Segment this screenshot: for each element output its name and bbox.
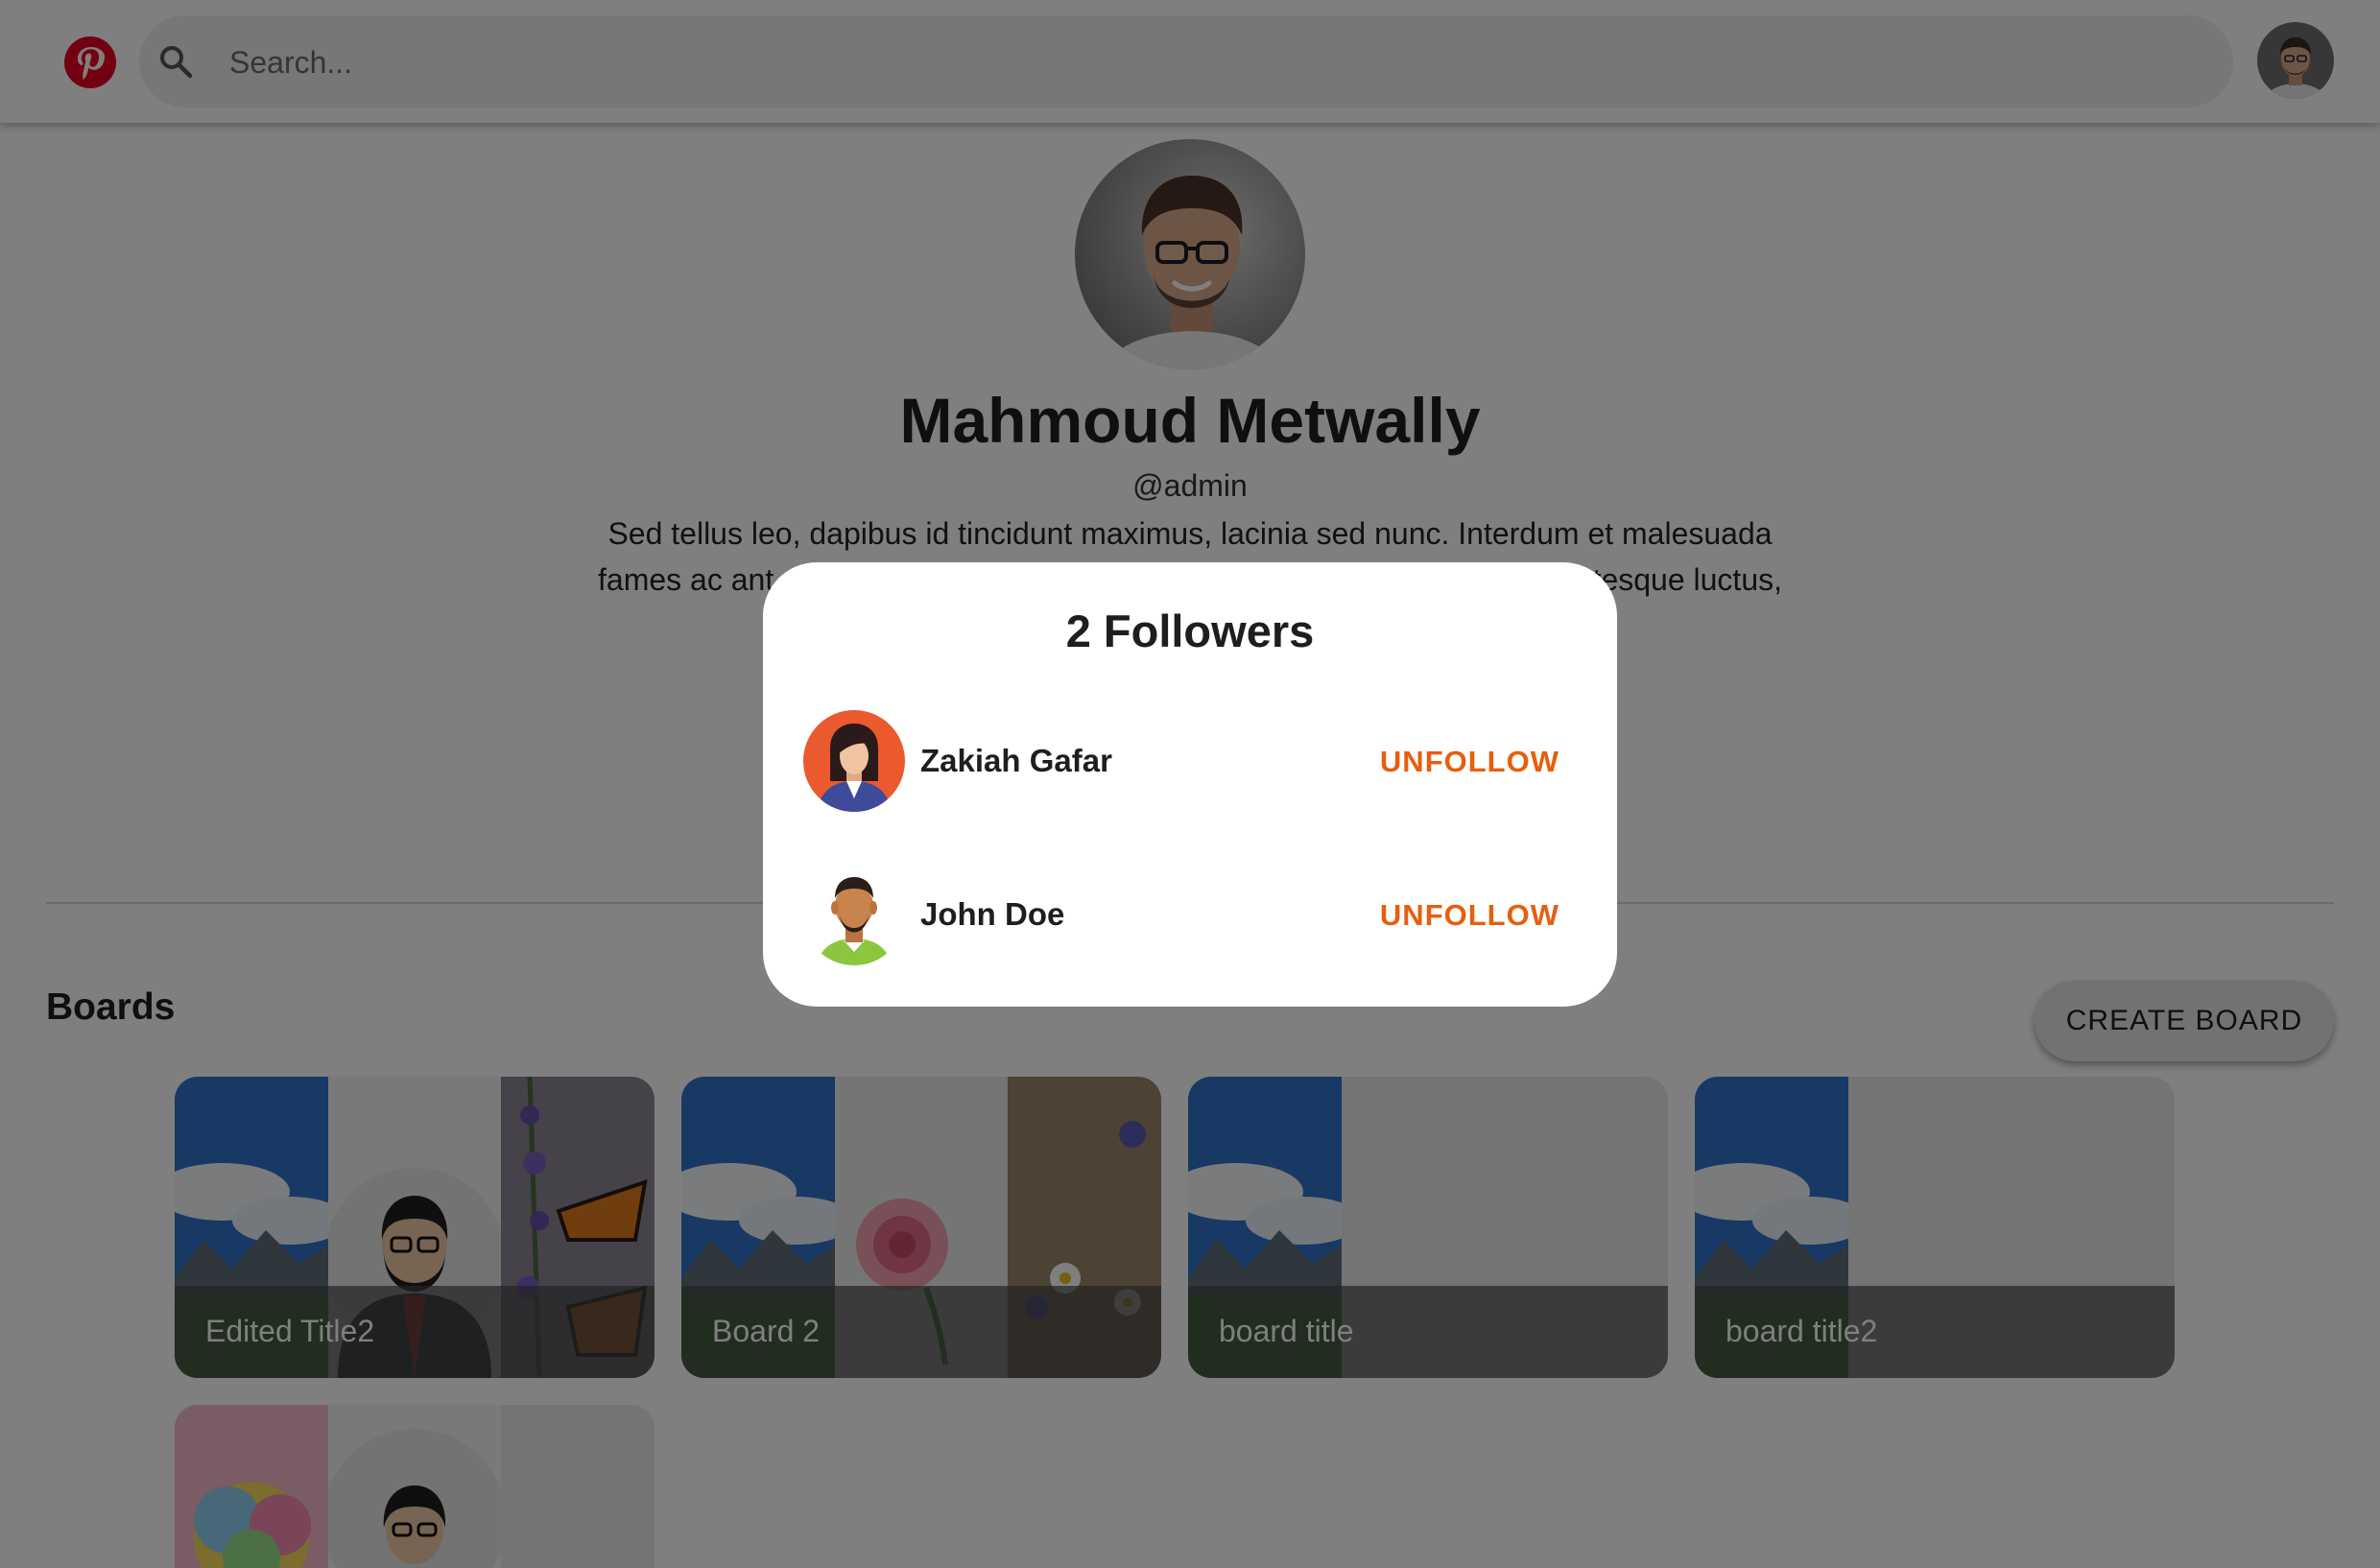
follower-row: John Doe UNFOLLOW [803,864,1581,969]
followers-dialog: 2 Followers Zakiah Gafar UNFOLLOW John D… [763,562,1617,1007]
dialog-title: 2 Followers [1065,606,1315,656]
follower-row: Zakiah Gafar UNFOLLOW [803,710,1581,816]
unfollow-button[interactable]: UNFOLLOW [1359,729,1581,795]
follower-avatar[interactable] [803,710,905,812]
follower-name[interactable]: John Doe [920,896,1064,933]
follower-name[interactable]: Zakiah Gafar [920,743,1112,779]
follower-avatar[interactable] [803,864,905,965]
unfollow-button[interactable]: UNFOLLOW [1359,883,1581,948]
